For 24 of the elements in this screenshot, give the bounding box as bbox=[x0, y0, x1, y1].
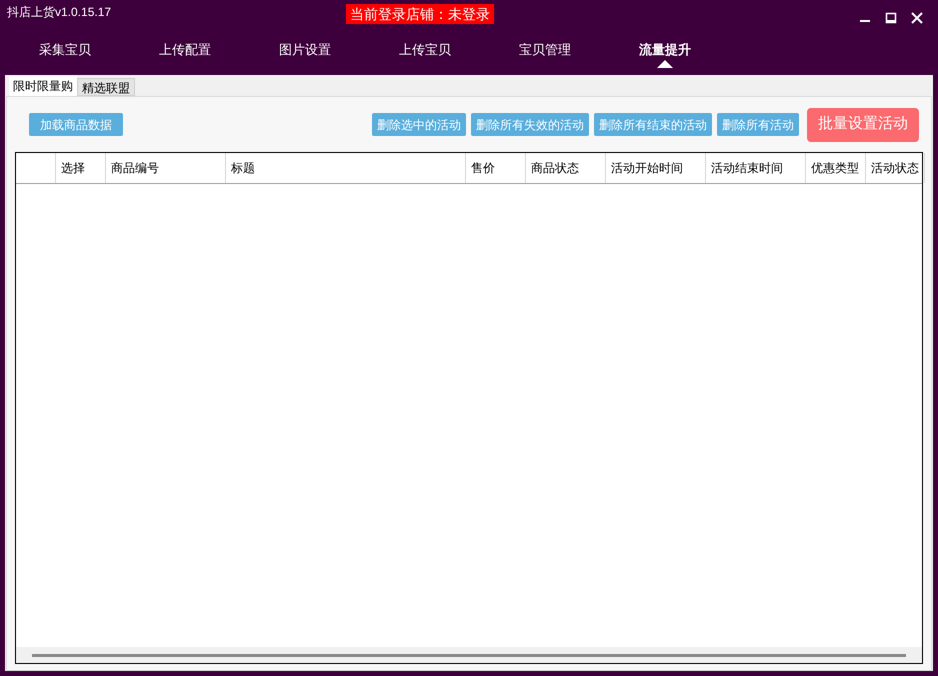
column-header[interactable]: 售价 bbox=[466, 153, 526, 183]
window-title: 抖店上货v1.0.15.17 bbox=[7, 4, 112, 21]
scrollbar-thumb[interactable] bbox=[32, 654, 906, 656]
column-header[interactable]: 商品编号 bbox=[106, 153, 226, 183]
column-header[interactable]: 活动状态 bbox=[866, 153, 925, 183]
sub-tab[interactable]: 精选联盟 bbox=[77, 78, 135, 96]
horizontal-scrollbar[interactable] bbox=[16, 647, 922, 663]
nav-tab[interactable]: 图片设置 bbox=[245, 30, 365, 70]
nav-tab[interactable]: 上传宝贝 bbox=[365, 30, 485, 70]
column-header[interactable]: 优惠类型 bbox=[806, 153, 866, 183]
column-header[interactable]: 商品状态 bbox=[526, 153, 606, 183]
column-header[interactable]: 标题 bbox=[226, 153, 466, 183]
sub-tab[interactable]: 限时限量购 bbox=[9, 76, 77, 96]
store-status-banner: 当前登录店铺：未登录 bbox=[346, 4, 494, 24]
nav-tab[interactable]: 上传配置 bbox=[125, 30, 245, 70]
nav-tab[interactable]: 宝贝管理 bbox=[485, 30, 605, 70]
column-header[interactable]: 活动结束时间 bbox=[706, 153, 806, 183]
close-icon[interactable] bbox=[911, 12, 923, 24]
column-header[interactable]: 选择 bbox=[56, 153, 106, 183]
nav-tab[interactable]: 采集宝贝 bbox=[5, 30, 125, 70]
maximize-icon[interactable] bbox=[885, 12, 897, 24]
nav-tab[interactable]: 流量提升 bbox=[605, 30, 725, 70]
selected-indicator-icon bbox=[657, 60, 673, 68]
column-header[interactable]: 活动开始时间 bbox=[606, 153, 706, 183]
